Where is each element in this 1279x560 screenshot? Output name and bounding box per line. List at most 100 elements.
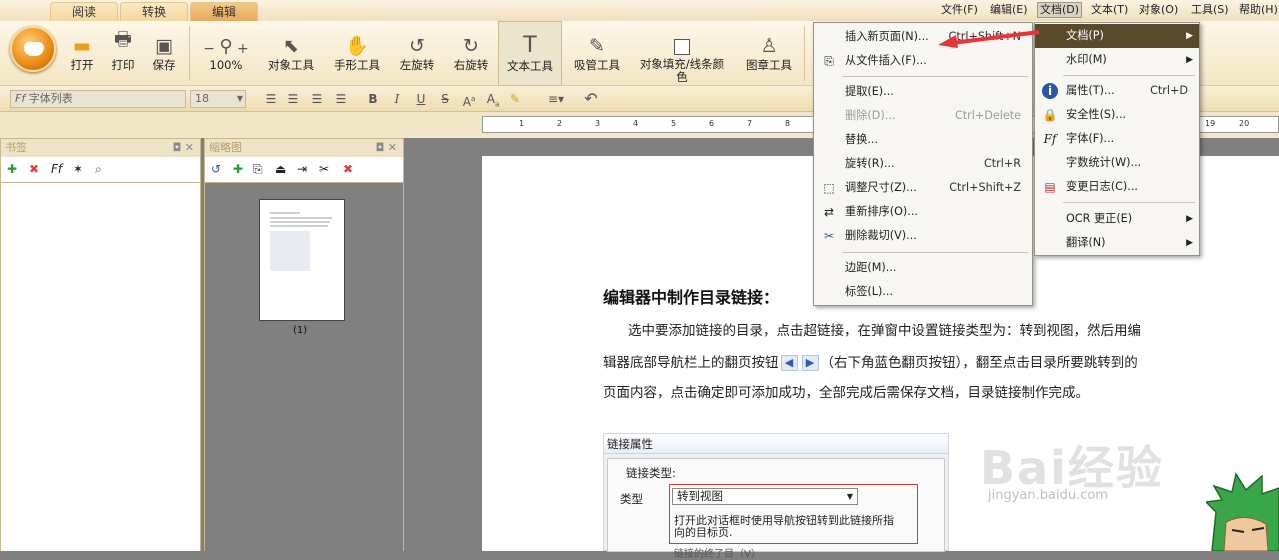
menu-item-properties[interactable]: i 属性(T)... Ctrl+D bbox=[1035, 79, 1199, 103]
menu-item-rotate[interactable]: 旋转(R)... Ctrl+R bbox=[814, 152, 1032, 176]
subscript-icon[interactable]: Aa bbox=[484, 90, 502, 108]
highlight-icon[interactable]: ✎ bbox=[506, 90, 524, 108]
fill-line-color-button[interactable]: 对象填充/线条颜色 bbox=[632, 21, 732, 86]
thumbnails-title: 缩略图 bbox=[209, 141, 242, 154]
font-icon[interactable]: Ff bbox=[51, 162, 62, 176]
zoom-in-icon[interactable]: + bbox=[237, 41, 249, 57]
dialog-type-label: 类型 bbox=[620, 492, 643, 506]
chevron-right-icon: ▶ bbox=[1186, 31, 1193, 41]
cursor-icon: ⬉ bbox=[283, 35, 299, 57]
menu-item-word-count[interactable]: 字数统计(W)... bbox=[1035, 151, 1199, 175]
bookmarks-title: 书签 bbox=[5, 141, 27, 154]
hand-tool-button[interactable]: ✋ 手形工具 bbox=[328, 21, 386, 86]
text-tool-button[interactable]: T 文本工具 bbox=[498, 21, 562, 86]
menu-item-delete[interactable]: 删除(D)... Ctrl+Delete bbox=[814, 104, 1032, 128]
menu-text[interactable]: 文本(T) bbox=[1091, 3, 1128, 17]
open-button[interactable]: ▬ 打开 bbox=[64, 21, 100, 86]
magic-wand-icon[interactable]: ✶ bbox=[73, 162, 83, 176]
menu-item-insert-from-file[interactable]: ⎘ 从文件插入(F)... bbox=[814, 49, 1032, 73]
print-button[interactable]: 🖶 打印 bbox=[106, 21, 140, 86]
menu-item-delete-crop[interactable]: ✂ 删除裁切(V)... bbox=[814, 224, 1032, 248]
insert-file-icon[interactable]: ⎘ bbox=[253, 162, 263, 176]
add-page-icon[interactable]: ✚ bbox=[233, 162, 243, 176]
binoculars-icon[interactable]: ⌕ bbox=[95, 162, 102, 176]
menu-item-extract[interactable]: 提取(E)... bbox=[814, 80, 1032, 104]
title-bar: 阅读 转换 编辑 文件(F) 编辑(E) 文档(D) 文本(T) 对象(O) 工… bbox=[0, 0, 1279, 21]
chevron-right-icon: ▶ bbox=[1186, 55, 1193, 65]
menu-item-replace[interactable]: 替换... bbox=[814, 128, 1032, 152]
underline-icon[interactable]: U bbox=[412, 90, 430, 108]
menu-file[interactable]: 文件(F) bbox=[941, 3, 978, 17]
resize-icon: ⬚ bbox=[823, 181, 835, 195]
menu-item-fonts[interactable]: Ff 字体(F)... bbox=[1035, 127, 1199, 151]
dialog-group-label: 链接类型: bbox=[626, 466, 676, 480]
ruler-tick: 1 bbox=[519, 119, 525, 128]
rotate-right-button[interactable]: ↻ 右旋转 bbox=[448, 21, 494, 86]
close-icon[interactable]: ◘ ✕ bbox=[376, 139, 397, 157]
menu-separator bbox=[842, 76, 1028, 77]
rotate-icon[interactable]: ↺ bbox=[211, 162, 221, 176]
tab-read[interactable]: 阅读 bbox=[50, 2, 118, 21]
font-list-combo[interactable]: Ff 字体列表 bbox=[10, 90, 186, 108]
line-spacing-icon[interactable]: ≡▾ bbox=[540, 90, 572, 108]
save-button[interactable]: ▣ 保存 bbox=[147, 21, 181, 86]
bookmarks-list[interactable] bbox=[1, 183, 200, 551]
menu-object[interactable]: 对象(O) bbox=[1139, 3, 1178, 17]
menu-item-document[interactable]: 文档(P) ▶ bbox=[1035, 24, 1199, 48]
ruler-tick: 7 bbox=[747, 119, 753, 128]
ruler-tick: 5 bbox=[671, 119, 677, 128]
delete-icon[interactable]: ✖ bbox=[29, 162, 39, 176]
tab-edit[interactable]: 编辑 bbox=[190, 2, 258, 21]
menu-item-security[interactable]: 🔒 安全性(S)... bbox=[1035, 103, 1199, 127]
menu-help[interactable]: 帮助(H) bbox=[1239, 3, 1278, 17]
zoom-control[interactable]: − ⚲ + 100% bbox=[194, 21, 258, 86]
menu-edit[interactable]: 编辑(E) bbox=[990, 3, 1028, 17]
insert-file-icon: ⎘ bbox=[824, 54, 834, 68]
lock-icon: 🔒 bbox=[1042, 108, 1058, 122]
eyedropper-label: 吸管工具 bbox=[574, 58, 620, 72]
font-size-combo[interactable]: 18 ▼ bbox=[190, 90, 246, 108]
align-left-icon[interactable]: ☰ bbox=[262, 90, 280, 108]
menu-tools[interactable]: 工具(S) bbox=[1191, 3, 1229, 17]
font-icon: Ff bbox=[1043, 132, 1057, 146]
object-tool-button[interactable]: ⬉ 对象工具 bbox=[262, 21, 320, 86]
undo-icon[interactable]: ↶ bbox=[582, 90, 600, 108]
page-thumbnail[interactable] bbox=[259, 199, 345, 321]
menu-item-reorder[interactable]: ⇄ 重新排序(O)... bbox=[814, 200, 1032, 224]
close-icon[interactable]: ◘ ✕ bbox=[173, 139, 194, 157]
delete-icon[interactable]: ✖ bbox=[343, 162, 353, 176]
eyedropper-icon: ✎ bbox=[589, 35, 605, 57]
export-icon[interactable]: ⇥ bbox=[297, 162, 307, 176]
ruler-tick: 20 bbox=[1239, 119, 1250, 128]
menu-item-labels[interactable]: 标签(L)... bbox=[814, 280, 1032, 304]
eyedropper-button[interactable]: ✎ 吸管工具 bbox=[568, 21, 626, 86]
bold-icon[interactable]: B bbox=[364, 90, 382, 108]
extract-icon[interactable]: ⏏ bbox=[275, 162, 286, 176]
italic-icon[interactable]: I bbox=[388, 90, 406, 108]
align-right-icon[interactable]: ☰ bbox=[308, 90, 326, 108]
tab-convert[interactable]: 转换 bbox=[120, 2, 188, 21]
prev-page-icon: ◀ bbox=[780, 355, 798, 371]
zoom-out-icon[interactable]: − bbox=[203, 41, 215, 57]
menu-item-resize[interactable]: ⬚ 调整尺寸(Z)... Ctrl+Shift+Z bbox=[814, 176, 1032, 200]
printer-icon: 🖶 bbox=[114, 28, 132, 50]
ruler-tick: 2 bbox=[557, 119, 563, 128]
strikethrough-icon[interactable]: S bbox=[436, 90, 454, 108]
menu-document[interactable]: 文档(D) bbox=[1037, 2, 1083, 18]
align-center-icon[interactable]: ☰ bbox=[284, 90, 302, 108]
add-icon[interactable]: ✚ bbox=[7, 162, 17, 176]
menu-item-ocr-correct[interactable]: OCR 更正(E) ▶ bbox=[1035, 207, 1199, 231]
rotate-left-button[interactable]: ↺ 左旋转 bbox=[394, 21, 440, 86]
menu-item-change-log[interactable]: ▤ 变更日志(C)... bbox=[1035, 175, 1199, 199]
superscript-icon[interactable]: Aa bbox=[460, 90, 478, 109]
stamp-tool-button[interactable]: ♙ 图章工具 bbox=[740, 21, 798, 86]
justify-icon[interactable]: ☰ bbox=[332, 90, 350, 108]
menu-item-margins[interactable]: 边距(M)... bbox=[814, 256, 1032, 280]
crop-delete-icon[interactable]: ✂ bbox=[319, 162, 329, 176]
menu-item-watermark[interactable]: 水印(M) ▶ bbox=[1035, 48, 1199, 72]
anime-character-image bbox=[1206, 472, 1279, 551]
menu-item-translate[interactable]: 翻译(N) ▶ bbox=[1035, 231, 1199, 255]
ruler-tick: 3 bbox=[595, 119, 601, 128]
doc-text: （右下角蓝色翻页按钮），翻至点击目录所要跳转到的 bbox=[820, 355, 1138, 371]
app-logo[interactable] bbox=[10, 26, 56, 72]
